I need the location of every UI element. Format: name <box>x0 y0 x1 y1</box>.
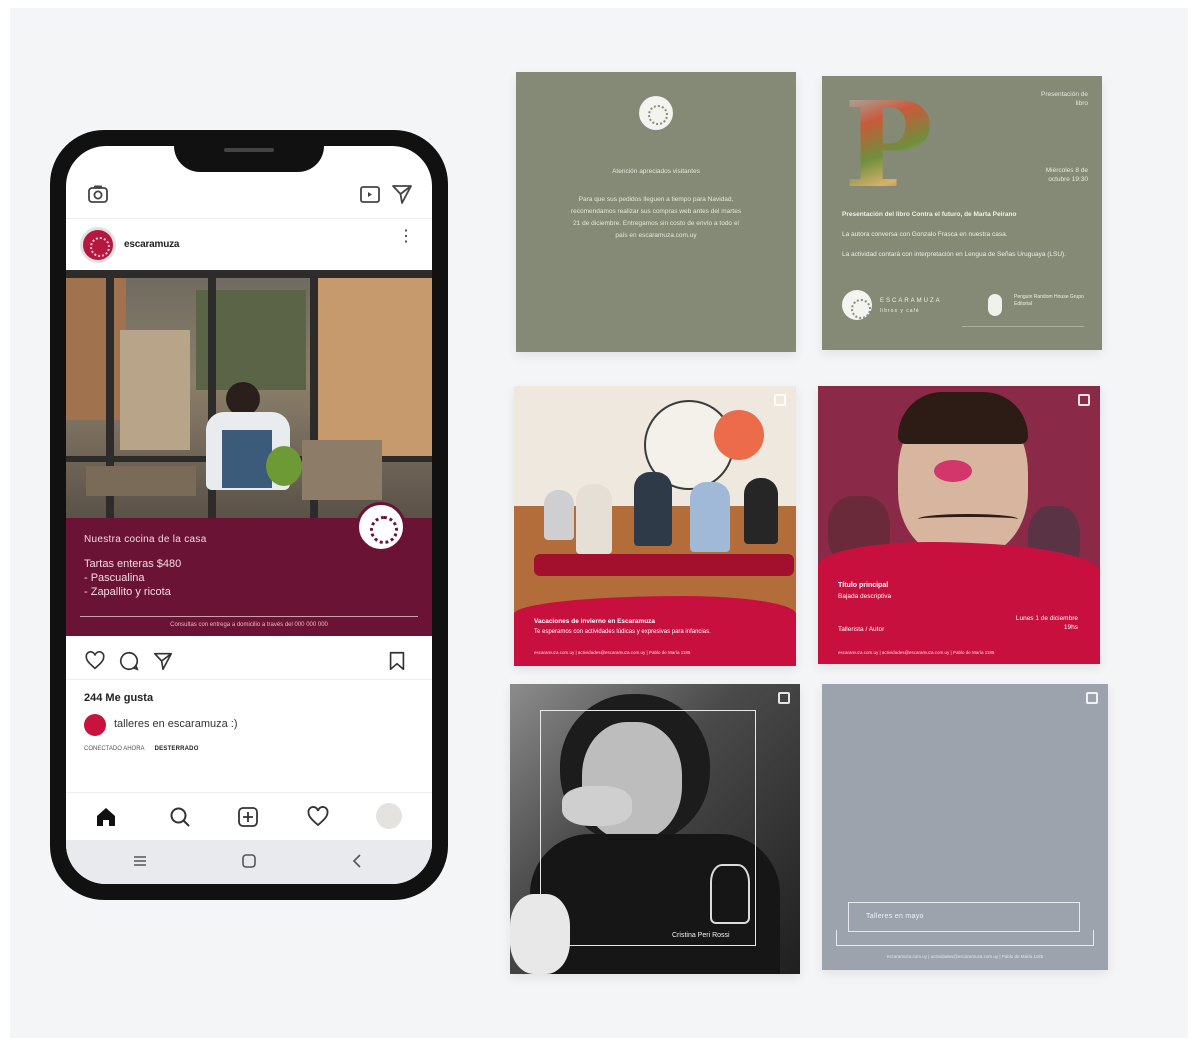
escaramuza-logo <box>356 502 406 552</box>
card-author-portrait[interactable]: Cristina Peri Rossi <box>510 684 800 974</box>
card-workshops-may[interactable]: Talleres en mayo escaramuza.com.uy | act… <box>822 684 1108 970</box>
announcement-title: Atención apreciados visitantes <box>612 168 700 175</box>
android-nav-bar <box>66 840 432 884</box>
caption-line: - Pascualina <box>84 572 145 584</box>
share-icon[interactable] <box>152 650 174 672</box>
instagram-top-bar <box>66 176 432 216</box>
commenter-avatar[interactable] <box>84 714 106 736</box>
event-date: Lunes 1 de diciembre 19hs <box>1015 615 1078 631</box>
kids-subtitle: Te esperamos con actividades lúdicas y e… <box>534 629 711 635</box>
bottom-navigation <box>66 792 432 838</box>
caption-line: Tartas enteras $480 <box>84 558 182 570</box>
phone-screen: escaramuza ⋮ Nuestra cocina de la casa T… <box>66 146 432 884</box>
phone-notch <box>174 146 324 172</box>
book-date: Miércoles 8 de octubre 19:30 <box>1045 167 1088 183</box>
likes-count[interactable]: 244 Me gusta <box>84 692 153 704</box>
event-footer: escaramuza.com.uy | actividades@escaramu… <box>838 650 995 655</box>
search-icon[interactable] <box>168 805 192 829</box>
home-icon[interactable] <box>94 805 118 829</box>
kids-footer: escaramuza.com.uy | actividades@escaramu… <box>534 650 691 655</box>
new-post-icon[interactable] <box>236 805 260 829</box>
card-event[interactable]: Título principal Bajada descriptiva Tall… <box>818 386 1100 664</box>
camera-icon[interactable] <box>86 182 110 206</box>
book-title: Presentación del libro Contra el futuro,… <box>842 211 1017 218</box>
comment-text: talleres en escaramuza :) <box>114 718 238 730</box>
book-top-right: Presentación de libro <box>1041 91 1088 107</box>
label-box-bracket <box>836 930 1094 946</box>
grey-label: Talleres en mayo <box>866 913 924 920</box>
escaramuza-logo <box>639 96 673 130</box>
carousel-icon <box>778 692 790 704</box>
mockup-canvas: escaramuza ⋮ Nuestra cocina de la casa T… <box>10 8 1188 1038</box>
profile-tab-avatar[interactable] <box>376 803 402 829</box>
bookmark-icon[interactable] <box>386 650 408 672</box>
back-icon[interactable] <box>348 851 368 871</box>
event-red-band <box>818 542 1100 664</box>
portrait-frame <box>540 710 756 946</box>
phone-frame: escaramuza ⋮ Nuestra cocina de la casa T… <box>50 130 448 900</box>
menu-icon[interactable] <box>130 851 150 871</box>
post-header: escaramuza ⋮ <box>66 218 432 268</box>
card-announcement[interactable]: Atención apreciados visitantes Para que … <box>516 72 796 352</box>
event-presenter: Tallerista / Autor <box>838 626 885 633</box>
like-heart-icon[interactable] <box>84 650 106 672</box>
big-letter-p: P <box>844 76 933 214</box>
igtv-icon[interactable] <box>358 182 382 206</box>
carousel-icon <box>1086 692 1098 704</box>
event-subtitle: Bajada descriptiva <box>838 593 892 600</box>
home-square-icon[interactable] <box>239 851 259 871</box>
caption-footer: Consultas con entrega a domicilio a trav… <box>170 622 328 628</box>
card-kids-workshop[interactable]: Vacaciones de invierno en Escaramuza Te … <box>514 386 796 666</box>
partner-name: Penguin Random House Grupo Editorial <box>1014 294 1084 307</box>
kids-title: Vacaciones de invierno en Escaramuza <box>534 618 656 625</box>
meta-left: CONECTADO AHORA <box>84 746 145 752</box>
direct-message-icon[interactable] <box>390 182 414 206</box>
escaramuza-logo <box>842 290 872 320</box>
sponsor-logos <box>962 326 1084 340</box>
post-username[interactable]: escaramuza <box>124 239 179 250</box>
activity-heart-icon[interactable] <box>306 805 330 829</box>
more-options-icon[interactable]: ⋮ <box>398 229 414 245</box>
penguin-logo <box>988 294 1002 316</box>
caption-title: Nuestra cocina de la casa <box>84 534 207 545</box>
caption-line: - Zapallito y ricota <box>84 586 171 598</box>
event-title: Título principal <box>838 582 889 589</box>
card-book-presentation[interactable]: P Presentación de libro Miércoles 8 de o… <box>822 76 1102 350</box>
post-meta: CONECTADO AHORA DESTERRADO <box>84 746 199 752</box>
brand-subtitle: libros y café <box>880 308 920 314</box>
grey-footer: escaramuza.com.uy | actividades@escaramu… <box>886 954 1044 959</box>
caption-divider <box>80 616 418 617</box>
post-photo[interactable] <box>66 270 432 518</box>
brand-name: ESCARAMUZA <box>880 298 942 304</box>
meta-right: DESTERRADO <box>154 746 199 752</box>
book-line-2: La actividad contará con interpretación … <box>842 251 1067 258</box>
profile-avatar[interactable] <box>80 227 116 263</box>
carousel-icon <box>774 394 786 406</box>
author-name: Cristina Peri Rossi <box>672 932 730 939</box>
carousel-icon <box>1078 394 1090 406</box>
announcement-body: Para que sus pedidos lleguen a tiempo pa… <box>570 196 742 239</box>
book-line-1: La autora conversa con Gonzalo Frasca en… <box>842 231 1008 238</box>
comment-icon[interactable] <box>118 650 140 672</box>
post-actions <box>66 640 432 680</box>
